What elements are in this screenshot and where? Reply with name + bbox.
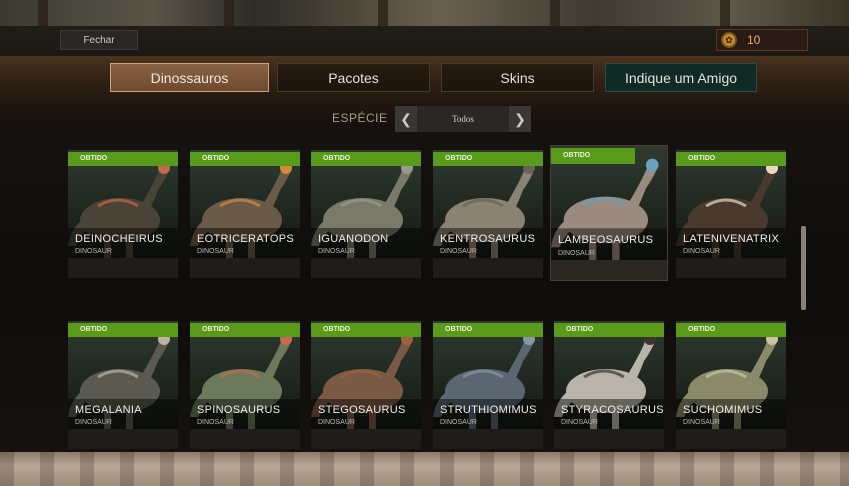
dinosaur-card[interactable]: OBTIDO STYRACOSAURUS DINOSAUR: [554, 321, 664, 449]
dinosaur-name: MEGALANIA: [75, 404, 142, 416]
chevron-left-icon[interactable]: ❮: [395, 106, 417, 132]
obtained-badge: OBTIDO: [68, 323, 178, 337]
dinosaur-name: IGUANODON: [318, 233, 389, 245]
tab-pacotes[interactable]: Pacotes: [277, 63, 430, 92]
species-filter-value: Todos: [452, 114, 474, 124]
obtained-badge: OBTIDO: [190, 323, 300, 337]
dinosaur-name: LAMBEOSAURUS: [558, 234, 654, 246]
dinosaur-type: DINOSAUR: [683, 248, 720, 255]
dinosaur-card[interactable]: OBTIDO LAMBEOSAURUS DINOSAUR: [550, 145, 668, 281]
dinosaur-card[interactable]: OBTIDO SPINOSAURUS DINOSAUR: [190, 321, 300, 449]
dinosaur-card[interactable]: OBTIDO SUCHOMIMUS DINOSAUR: [676, 321, 786, 449]
obtained-badge: OBTIDO: [433, 152, 543, 166]
dinosaur-type: DINOSAUR: [683, 419, 720, 426]
dinosaur-type: DINOSAUR: [197, 419, 234, 426]
dinosaur-card[interactable]: OBTIDO STRUTHIOMIMUS DINOSAUR: [433, 321, 543, 449]
close-button[interactable]: Fechar: [60, 30, 138, 50]
dinosaur-type: DINOSAUR: [197, 248, 234, 255]
dinosaur-name: STYRACOSAURUS: [561, 404, 664, 416]
dinosaur-name: KENTROSAURUS: [440, 233, 536, 245]
tab-dinossauros[interactable]: Dinossauros: [110, 63, 269, 92]
species-filter-label: ESPÉCIE: [332, 111, 388, 125]
chevron-right-icon[interactable]: ❯: [509, 106, 531, 132]
dinosaur-type: DINOSAUR: [440, 248, 477, 255]
obtained-badge: OBTIDO: [551, 148, 635, 164]
obtained-badge: OBTIDO: [554, 323, 664, 337]
obtained-badge: OBTIDO: [190, 152, 300, 166]
dinosaur-type: DINOSAUR: [75, 248, 112, 255]
dinosaur-card[interactable]: OBTIDO DEINOCHEIRUS DINOSAUR: [68, 150, 178, 278]
dinosaur-card[interactable]: OBTIDO MEGALANIA DINOSAUR: [68, 321, 178, 449]
tab-skins[interactable]: Skins: [441, 63, 594, 92]
obtained-badge: OBTIDO: [311, 152, 421, 166]
dinosaur-card[interactable]: OBTIDO KENTROSAURUS DINOSAUR: [433, 150, 543, 278]
dinosaur-type: DINOSAUR: [318, 419, 355, 426]
dinosaur-name: DEINOCHEIRUS: [75, 233, 163, 245]
obtained-badge: OBTIDO: [311, 323, 421, 337]
dinosaur-type: DINOSAUR: [318, 248, 355, 255]
dinosaur-type: DINOSAUR: [561, 419, 598, 426]
dinosaur-name: STRUTHIOMIMUS: [440, 404, 537, 416]
dinosaur-type: DINOSAUR: [75, 419, 112, 426]
coin-balance: ✿ 10: [716, 29, 808, 51]
background-floor-bottom: [0, 452, 849, 486]
paw-coin-icon: ✿: [721, 32, 737, 48]
dinosaur-type: DINOSAUR: [440, 419, 477, 426]
dinosaur-name: SUCHOMIMUS: [683, 404, 763, 416]
obtained-badge: OBTIDO: [433, 323, 543, 337]
dinosaur-name: LATENIVENATRIX: [683, 233, 780, 245]
obtained-badge: OBTIDO: [676, 152, 786, 166]
dinosaur-card[interactable]: OBTIDO EOTRICERATOPS DINOSAUR: [190, 150, 300, 278]
dinosaur-name: STEGOSAURUS: [318, 404, 406, 416]
species-filter: ❮ Todos ❯: [395, 106, 531, 132]
dinosaur-card[interactable]: OBTIDO STEGOSAURUS DINOSAUR: [311, 321, 421, 449]
dinosaur-type: DINOSAUR: [558, 250, 595, 257]
coin-value: 10: [747, 33, 761, 47]
tab-indique-um-amigo[interactable]: Indique um Amigo: [605, 63, 757, 92]
obtained-badge: OBTIDO: [676, 323, 786, 337]
dinosaur-card[interactable]: OBTIDO IGUANODON DINOSAUR: [311, 150, 421, 278]
obtained-badge: OBTIDO: [68, 152, 178, 166]
dinosaur-card[interactable]: OBTIDO LATENIVENATRIX DINOSAUR: [676, 150, 786, 278]
background-forest-top: [0, 0, 849, 26]
dinosaur-name: EOTRICERATOPS: [197, 233, 295, 245]
grid-scrollbar[interactable]: [801, 226, 806, 310]
dinosaur-name: SPINOSAURUS: [197, 404, 281, 416]
